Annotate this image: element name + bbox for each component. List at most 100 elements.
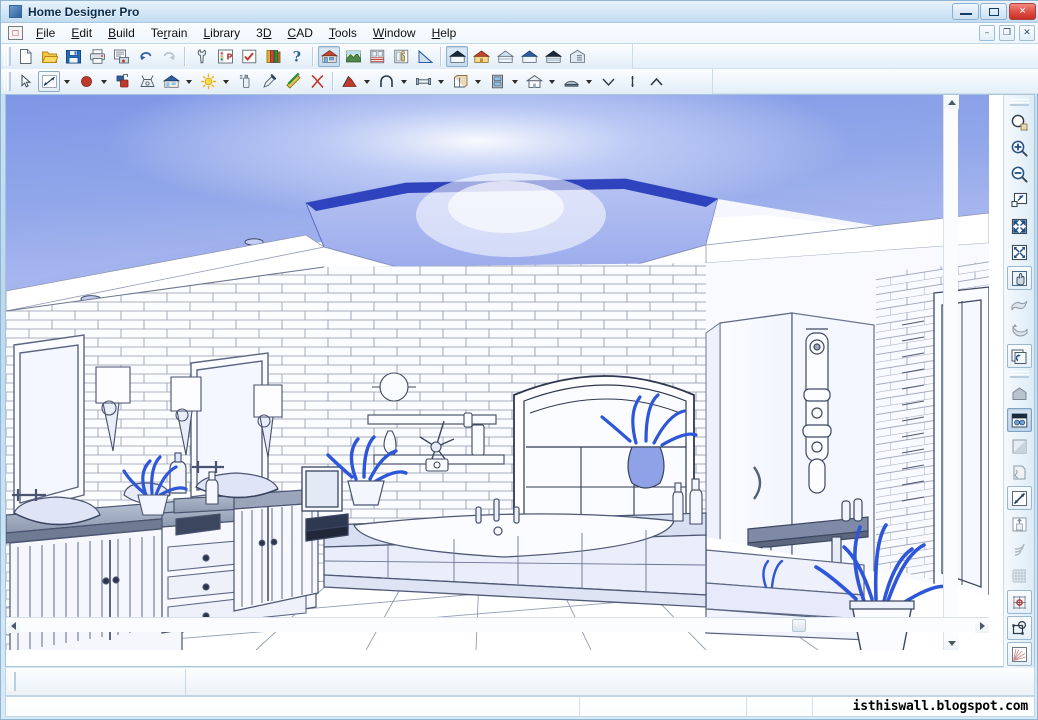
scroll-right-arrow[interactable] <box>975 618 989 633</box>
refresh-display-icon[interactable] <box>1007 344 1032 368</box>
foundation-icon[interactable] <box>566 46 588 67</box>
scroll-down-arrow[interactable] <box>944 636 959 650</box>
3d-viewport[interactable] <box>6 95 989 650</box>
window-close-button[interactable]: ✕ <box>1009 3 1036 20</box>
cabinet-tool-dropdown[interactable] <box>472 71 483 92</box>
chevron-down-icon[interactable] <box>597 71 619 92</box>
light-source-icon[interactable] <box>197 71 219 92</box>
window-minimize-button[interactable] <box>952 3 979 20</box>
menu-item-library[interactable]: Library <box>195 23 248 44</box>
print-preview-icon[interactable] <box>110 46 132 67</box>
right-toolbar-grip-2[interactable] <box>1010 371 1029 378</box>
sculpt-icon[interactable] <box>306 71 328 92</box>
dimension-tool-dropdown[interactable] <box>61 71 72 92</box>
floor-up-icon[interactable] <box>446 46 468 67</box>
dollhouse-view-icon[interactable] <box>1007 382 1032 406</box>
point-marker-dropdown[interactable] <box>98 71 109 92</box>
house-view-icon[interactable] <box>160 71 182 92</box>
wall-tool-dropdown[interactable] <box>435 71 446 92</box>
new-plan-icon[interactable] <box>14 46 36 67</box>
toolbar-grip[interactable] <box>4 47 11 66</box>
house-view-dropdown[interactable] <box>183 71 194 92</box>
eyedropper-icon[interactable] <box>258 71 280 92</box>
menu-item-tools[interactable]: Tools <box>321 23 365 44</box>
floor-first-icon[interactable] <box>470 46 492 67</box>
window-maximize-button[interactable] <box>980 3 1007 20</box>
mdi-minimize-button[interactable]: – <box>979 25 995 41</box>
cabinet-tool-icon[interactable] <box>449 71 471 92</box>
print-icon[interactable] <box>86 46 108 67</box>
fill-window-building-icon[interactable] <box>1007 240 1032 264</box>
zoom-in-icon[interactable] <box>1007 136 1032 160</box>
rendering-tech-icon[interactable] <box>1007 408 1032 432</box>
viewport-horizontal-scrollbar[interactable] <box>6 617 989 632</box>
stair-tool-icon[interactable] <box>560 71 582 92</box>
floor-third-icon[interactable] <box>518 46 540 67</box>
redo-icon[interactable] <box>158 46 180 67</box>
horizontal-scroll-thumb[interactable] <box>792 619 806 632</box>
door-tool-icon[interactable] <box>486 71 508 92</box>
right-toolbar-grip[interactable] <box>1010 99 1029 106</box>
wall-elevation-icon[interactable] <box>390 46 412 67</box>
zoom-previous-icon[interactable] <box>1007 188 1032 212</box>
full-camera-icon[interactable] <box>318 46 340 67</box>
perspective-tool-icon[interactable] <box>414 46 436 67</box>
terrain-modifier-icon[interactable] <box>338 71 360 92</box>
zoom-window-icon[interactable] <box>1007 110 1032 134</box>
attic-floor-icon[interactable] <box>542 46 564 67</box>
point-marker-icon[interactable] <box>75 71 97 92</box>
camera-tool-icon[interactable] <box>136 71 158 92</box>
dimension-tool-icon[interactable] <box>38 71 60 92</box>
viewport-vertical-scrollbar[interactable] <box>943 95 958 650</box>
material-paint-icon[interactable] <box>112 71 134 92</box>
menu-item-file[interactable]: File <box>28 23 63 44</box>
angle-snaps-icon[interactable] <box>1007 642 1032 666</box>
mdi-close-button[interactable]: ✕ <box>1019 25 1035 41</box>
display-options-icon[interactable] <box>238 46 260 67</box>
scroll-left-arrow[interactable] <box>6 618 20 633</box>
ruler-icon[interactable] <box>282 71 304 92</box>
open-plan-icon[interactable] <box>38 46 60 67</box>
object-snaps-icon[interactable] <box>1007 616 1032 640</box>
mdi-restore-button[interactable]: ❐ <box>999 25 1015 41</box>
arch-tool-dropdown[interactable] <box>398 71 409 92</box>
door-tool-dropdown[interactable] <box>509 71 520 92</box>
roof-tool-icon[interactable] <box>523 71 545 92</box>
texture-toggle-icon[interactable] <box>1007 460 1032 484</box>
print-preview-view-icon[interactable] <box>1007 512 1032 536</box>
library-browser-icon[interactable] <box>262 46 284 67</box>
menu-item-edit[interactable]: Edit <box>63 23 100 44</box>
zoom-out-icon[interactable] <box>1007 162 1032 186</box>
menu-item-cad[interactable]: CAD <box>280 23 321 44</box>
document-control-icon[interactable]: ☐ <box>8 26 23 40</box>
pan-hand-icon[interactable] <box>1007 266 1032 290</box>
scroll-up-arrow[interactable] <box>944 95 959 109</box>
shadows-icon[interactable] <box>1007 538 1032 562</box>
stair-tool-dropdown[interactable] <box>583 71 594 92</box>
fill-window-icon[interactable] <box>1007 214 1032 238</box>
arch-tool-icon[interactable] <box>375 71 397 92</box>
cross-section-icon[interactable] <box>366 46 388 67</box>
scroll-down-view-icon[interactable] <box>1007 318 1032 342</box>
save-plan-icon[interactable] <box>62 46 84 67</box>
line-weight-icon[interactable] <box>1007 486 1032 510</box>
floor-overview-icon[interactable] <box>342 46 364 67</box>
grid-snaps-icon[interactable] <box>1007 590 1032 614</box>
menu-item-help[interactable]: Help <box>424 23 465 44</box>
help-icon[interactable]: ? <box>286 46 308 67</box>
wall-tool-icon[interactable] <box>412 71 434 92</box>
bottom-toolbar-grip[interactable] <box>9 672 16 691</box>
undo-icon[interactable] <box>134 46 156 67</box>
preferences-wrench-icon[interactable] <box>190 46 212 67</box>
terrain-modifier-dropdown[interactable] <box>361 71 372 92</box>
spray-can-icon[interactable] <box>234 71 256 92</box>
reference-grid-icon[interactable] <box>1007 564 1032 588</box>
floor-second-icon[interactable] <box>494 46 516 67</box>
roof-tool-dropdown[interactable] <box>546 71 557 92</box>
chevron-up-icon[interactable] <box>645 71 667 92</box>
select-arrow-icon[interactable] <box>14 71 36 92</box>
scroll-up-view-icon[interactable] <box>1007 292 1032 316</box>
menu-item-window[interactable]: Window <box>365 23 424 44</box>
default-settings-icon[interactable]: P <box>214 46 236 67</box>
color-toggle-icon[interactable] <box>1007 434 1032 458</box>
